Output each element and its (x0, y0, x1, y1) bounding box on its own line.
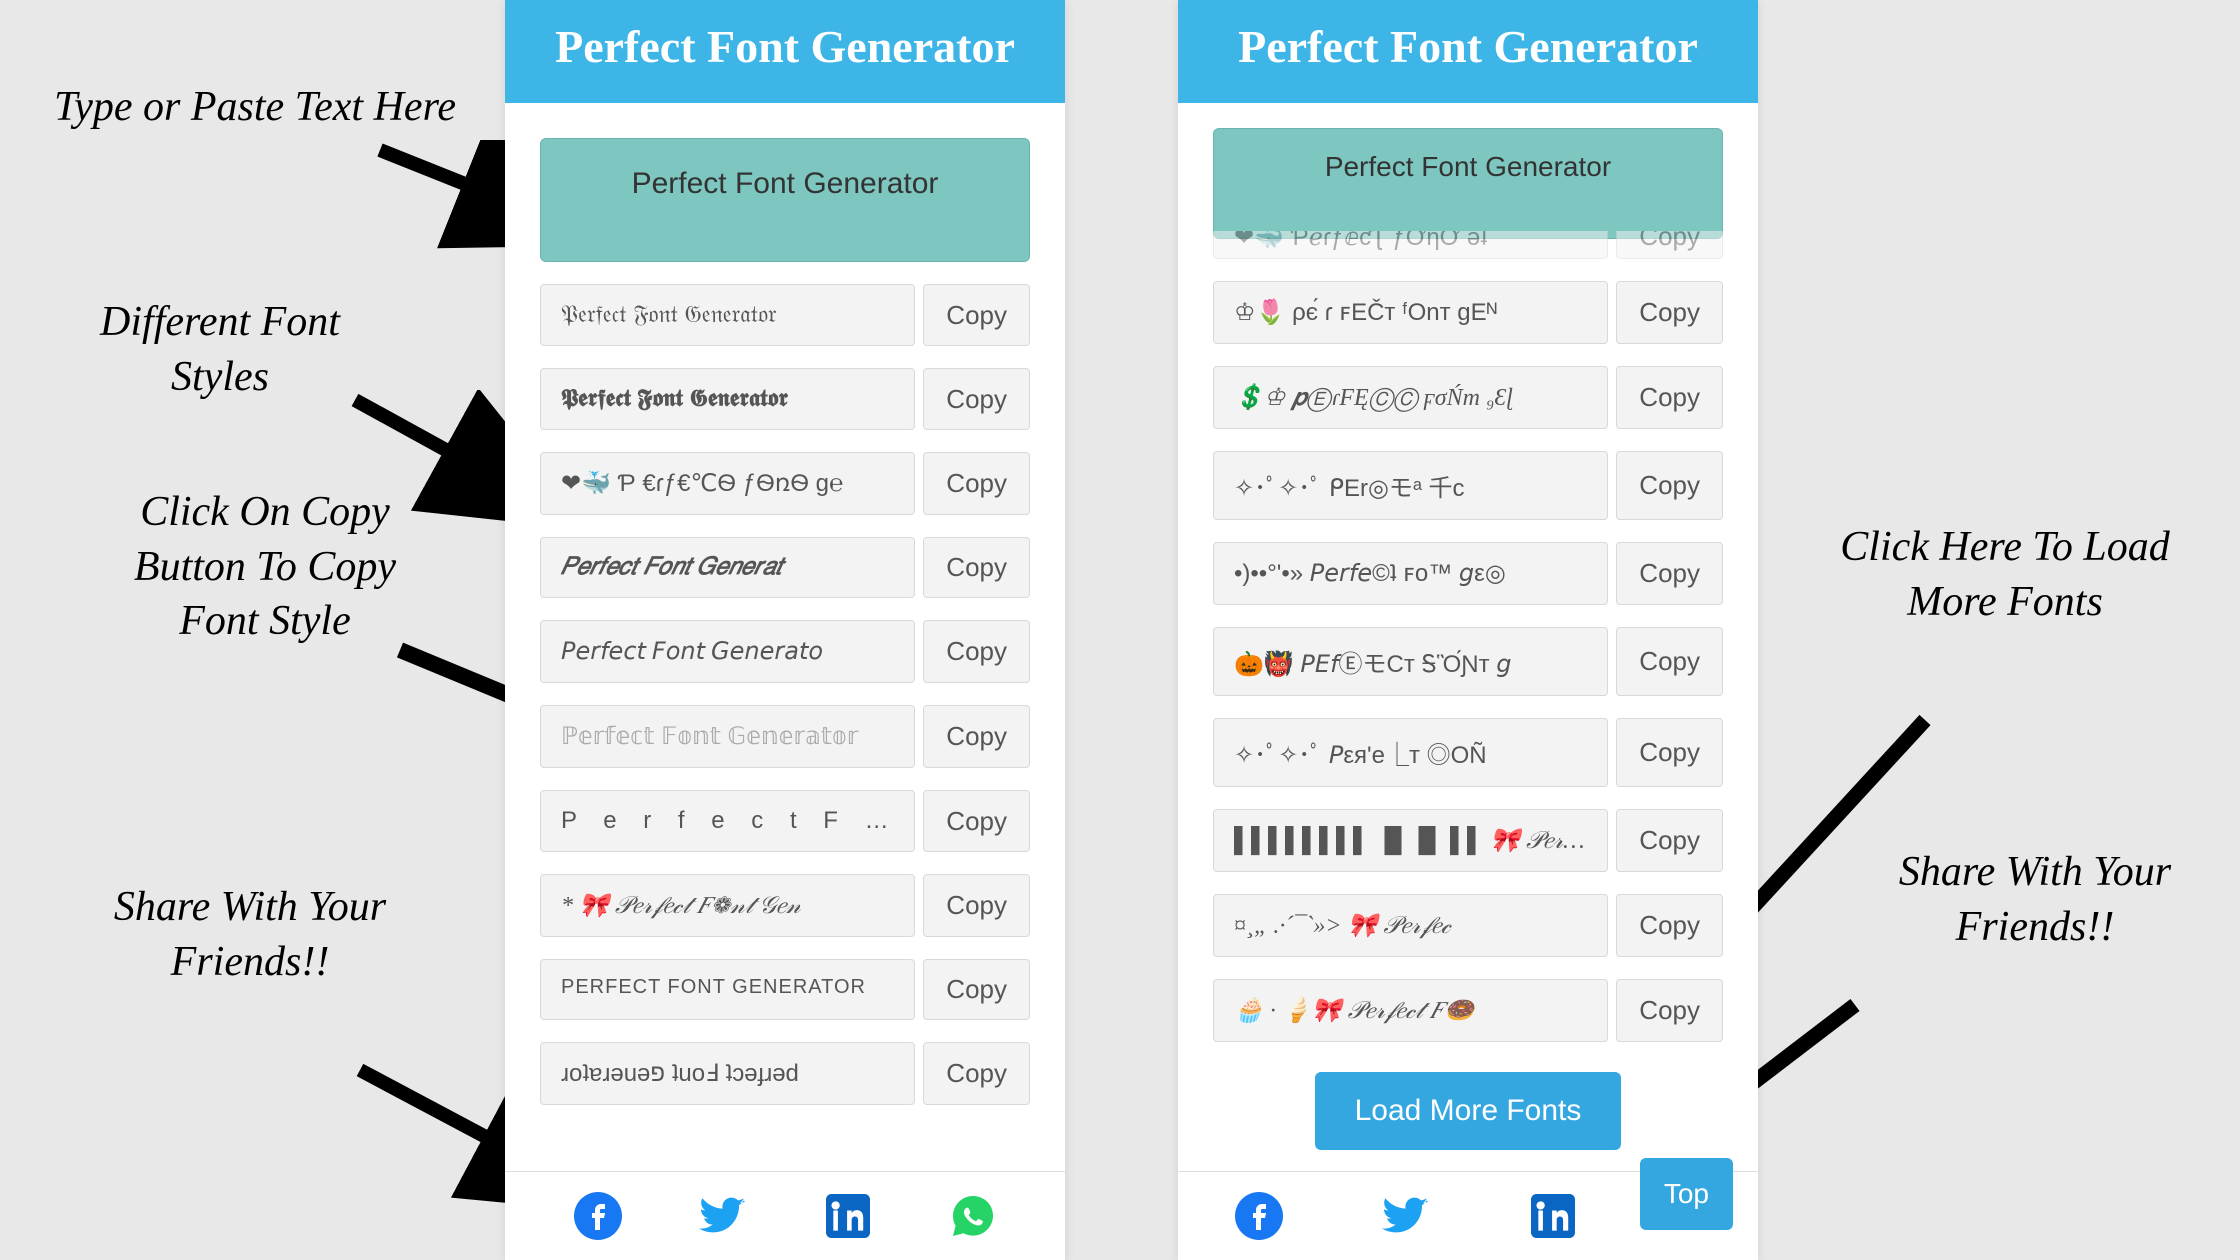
copy-button[interactable]: Copy (923, 368, 1030, 430)
copy-button[interactable]: Copy (923, 284, 1030, 346)
font-preview: ▌▌▌▌▌▌▌▌ ▐▌▐▌ ▌▌ 🎀 𝒫𝑒𝓇𝒻𝑒𝒸 (1213, 809, 1608, 872)
font-style-row: ɹoʇɐɹǝuǝפ ʇuoℲ ʇɔǝɟɹǝd Copy (540, 1042, 1030, 1105)
font-preview: ❤🐳 Ƥ €ɾƒ€℃Ѳ ƒѲռѲ ɡ℮ (540, 452, 915, 515)
copy-button[interactable]: Copy (1616, 894, 1723, 957)
font-style-row: 🎃👹 𝘗𝘌𝘧ⒺモCт ᎦὋ́Ɲт 𝘨 Copy (1213, 627, 1723, 696)
font-preview: ¤¸„ .·´¯`»> 🎀 𝒫𝑒𝓇𝒻𝑒𝒸 (1213, 894, 1608, 957)
font-style-row: PERFECT FONT GENERATOR Copy (540, 959, 1030, 1020)
twitter-icon[interactable] (1380, 1190, 1432, 1242)
font-style-row: 𝘗𝘦𝘳𝘧𝘦𝘤𝘵 𝘍𝘰𝘯𝘵 𝘎𝘦𝘯𝘦𝘳𝘢𝘵𝘰 Copy (540, 620, 1030, 683)
copy-button[interactable]: Copy (1616, 281, 1723, 344)
font-style-row: 𝕻𝖊𝖗𝖋𝖊𝖈𝖙 𝕱𝖔𝖓𝖙 𝕲𝖊𝖓𝖊𝖗𝖆𝖙𝖔𝖗 Copy (540, 368, 1030, 430)
copy-button[interactable]: Copy (1616, 979, 1723, 1042)
font-preview: ℙ𝕖𝕣𝕗𝕖𝕔𝕥 𝔽𝕠𝕟𝕥 𝔾𝕖𝕟𝕖𝕣𝕒𝕥𝕠𝕣 (540, 705, 915, 768)
font-preview: PERFECT FONT GENERATOR (540, 959, 915, 1020)
share-bar (505, 1171, 1065, 1260)
font-preview: 💲♔ 𝒑ⒺɾFĘⒸⒸ ϝσŃт ₉Ɛɭ (1213, 366, 1608, 429)
font-preview: * 🎀 𝒫𝑒𝓇𝒻𝑒𝒸𝓉 𝐹❁𝓃𝓉 𝒢𝑒𝓃 (540, 874, 915, 937)
facebook-icon[interactable] (1233, 1190, 1285, 1242)
copy-button[interactable]: Copy (1616, 809, 1723, 872)
font-preview: ✧･ﾟ✧･ﾟ 𝘗εя'е⎿т ◎OÑ (1213, 718, 1608, 787)
text-input[interactable]: Perfect Font Generator (1213, 128, 1723, 239)
font-preview: ✧･ﾟ✧･ﾟ ᑭEr◎モᵃ 千c (1213, 451, 1608, 520)
copy-button[interactable]: Copy (1616, 718, 1723, 787)
font-style-row: •)••°'•» 𝘗𝘦𝘳𝘧𝘦©ʇ ꜰo™ 𝘨ε◎ Copy (1213, 542, 1723, 605)
phone-body: Perfect Font Generator 𝔓𝔢𝔯𝔣𝔢𝔠𝔱 𝔉𝔬𝔫𝔱 𝔊𝔢𝔫𝔢… (505, 103, 1065, 1125)
font-style-row: ▌▌▌▌▌▌▌▌ ▐▌▐▌ ▌▌ 🎀 𝒫𝑒𝓇𝒻𝑒𝒸 Copy (1213, 809, 1723, 872)
font-style-row: * 🎀 𝒫𝑒𝓇𝒻𝑒𝒸𝓉 𝐹❁𝓃𝓉 𝒢𝑒𝓃 Copy (540, 874, 1030, 937)
annotation-click-copy: Click On Copy Button To Copy Font Style (90, 485, 440, 649)
font-preview: 𝘗𝘦𝘳𝘧𝘦𝘤𝘵 𝘍𝘰𝘯𝘵 𝘎𝘦𝘯𝘦𝘳𝘢𝘵𝘰 (540, 620, 915, 683)
linkedin-icon[interactable] (1527, 1190, 1579, 1242)
copy-button[interactable]: Copy (1616, 231, 1723, 259)
font-preview: 𝕻𝖊𝖗𝖋𝖊𝖈𝖙 𝕱𝖔𝖓𝖙 𝕲𝖊𝖓𝖊𝖗𝖆𝖙𝖔𝖗 (540, 368, 915, 430)
font-style-row: ✧･ﾟ✧･ﾟ ᑭEr◎モᵃ 千c Copy (1213, 451, 1723, 520)
facebook-icon[interactable] (572, 1190, 624, 1242)
font-preview: 🎃👹 𝘗𝘌𝘧ⒺモCт ᎦὋ́Ɲт 𝘨 (1213, 627, 1608, 696)
scroll-top-button[interactable]: Top (1640, 1158, 1733, 1230)
right-phone-panel: Perfect Font Generator Perfect Font Gene… (1178, 0, 1758, 1260)
copy-button[interactable]: Copy (1616, 627, 1723, 696)
font-style-row: ✧･ﾟ✧･ﾟ 𝘗εя'е⎿т ◎OÑ Copy (1213, 718, 1723, 787)
font-preview: 🧁 · 🍦🎀 𝒫𝑒𝓇𝒻𝑒𝒸𝓉 𝐹🍩 (1213, 979, 1608, 1042)
annotation-different-styles: Different Font Styles (50, 295, 390, 404)
copy-button[interactable]: Copy (923, 874, 1030, 937)
font-style-row: 𝑃𝑒𝑟𝑓𝑒𝑐𝑡 𝐹𝑜𝑛𝑡 𝐺𝑒𝑛𝑒𝑟𝑎𝑡 Copy (540, 537, 1030, 598)
copy-button[interactable]: Copy (923, 959, 1030, 1020)
load-more-button[interactable]: Load More Fonts (1315, 1072, 1622, 1150)
annotation-load-more: Click Here To Load More Fonts (1830, 520, 2180, 629)
annotation-share-right: Share With Your Friends!! (1870, 845, 2200, 954)
app-header: Perfect Font Generator (505, 0, 1065, 103)
font-preview: 𝑃𝑒𝑟𝑓𝑒𝑐𝑡 𝐹𝑜𝑛𝑡 𝐺𝑒𝑛𝑒𝑟𝑎𝑡 (540, 537, 915, 598)
text-input[interactable]: Perfect Font Generator (540, 138, 1030, 262)
linkedin-icon[interactable] (822, 1190, 874, 1242)
font-style-row: ♔🌷 ρє́ ɾ ꜰEČᴛ ᶠOnᴛ gEᴺ Copy (1213, 281, 1723, 344)
font-style-row: P e r f e c t F o n t Copy (540, 790, 1030, 852)
copy-button[interactable]: Copy (923, 1042, 1030, 1105)
font-style-row: 🧁 · 🍦🎀 𝒫𝑒𝓇𝒻𝑒𝒸𝓉 𝐹🍩 Copy (1213, 979, 1723, 1042)
annotation-share-left: Share With Your Friends!! (110, 880, 390, 989)
font-style-row: ℙ𝕖𝕣𝕗𝕖𝕔𝕥 𝔽𝕠𝕟𝕥 𝔾𝕖𝕟𝕖𝕣𝕒𝕥𝕠𝕣 Copy (540, 705, 1030, 768)
font-style-row: ❤🐳 Ƥ €ɾƒ€℃Ѳ ƒѲռѲ ɡ℮ Copy (540, 452, 1030, 515)
app-header: Perfect Font Generator (1178, 0, 1758, 103)
font-style-row: 𝔓𝔢𝔯𝔣𝔢𝔠𝔱 𝔉𝔬𝔫𝔱 𝔊𝔢𝔫𝔢𝔯𝔞𝔱𝔬𝔯 Copy (540, 284, 1030, 346)
font-preview: ♔🌷 ρє́ ɾ ꜰEČᴛ ᶠOnᴛ gEᴺ (1213, 281, 1608, 344)
font-preview: ❤🐳 ƤℯɾƒⅇƈƮ ƒƠƞƠ ǝʇ (1213, 231, 1608, 259)
font-preview: •)••°'•» 𝘗𝘦𝘳𝘧𝘦©ʇ ꜰo™ 𝘨ε◎ (1213, 542, 1608, 605)
copy-button[interactable]: Copy (1616, 542, 1723, 605)
copy-button[interactable]: Copy (1616, 451, 1723, 520)
annotation-type-here: Type or Paste Text Here (35, 80, 475, 135)
font-style-row-cutoff: ❤🐳 ƤℯɾƒⅇƈƮ ƒƠƞƠ ǝʇ Copy (1213, 231, 1723, 259)
font-preview: 𝔓𝔢𝔯𝔣𝔢𝔠𝔱 𝔉𝔬𝔫𝔱 𝔊𝔢𝔫𝔢𝔯𝔞𝔱𝔬𝔯 (540, 284, 915, 346)
font-style-row: ¤¸„ .·´¯`»> 🎀 𝒫𝑒𝓇𝒻𝑒𝒸 Copy (1213, 894, 1723, 957)
copy-button[interactable]: Copy (923, 790, 1030, 852)
copy-button[interactable]: Copy (923, 537, 1030, 598)
left-phone-panel: Perfect Font Generator Perfect Font Gene… (505, 0, 1065, 1260)
copy-button[interactable]: Copy (923, 620, 1030, 683)
font-style-row: 💲♔ 𝒑ⒺɾFĘⒸⒸ ϝσŃт ₉Ɛɭ Copy (1213, 366, 1723, 429)
copy-button[interactable]: Copy (1616, 366, 1723, 429)
font-preview: ɹoʇɐɹǝuǝפ ʇuoℲ ʇɔǝɟɹǝd (540, 1042, 915, 1105)
phone-body: Perfect Font Generator ❤🐳 ƤℯɾƒⅇƈƮ ƒƠƞƠ ǝ… (1178, 103, 1758, 1170)
copy-button[interactable]: Copy (923, 705, 1030, 768)
twitter-icon[interactable] (697, 1190, 749, 1242)
copy-button[interactable]: Copy (923, 452, 1030, 515)
font-preview: P e r f e c t F o n t (540, 790, 915, 852)
whatsapp-icon[interactable] (947, 1190, 999, 1242)
